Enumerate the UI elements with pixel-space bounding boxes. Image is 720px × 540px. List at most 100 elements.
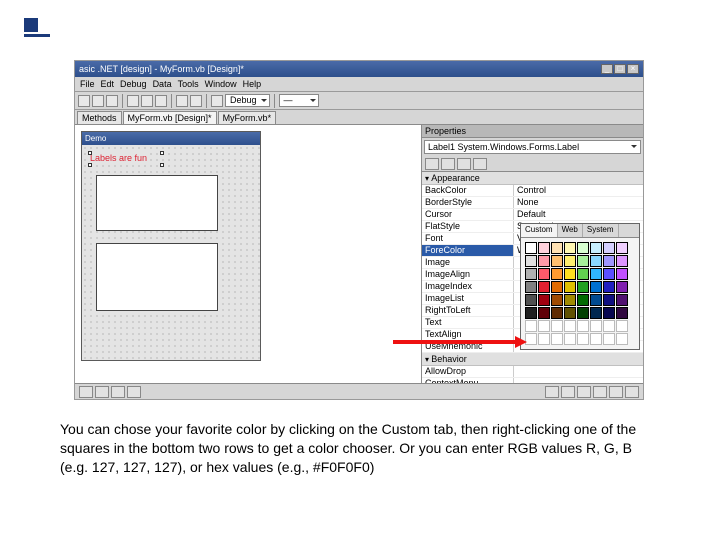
- tb-cut-icon[interactable]: [127, 95, 139, 107]
- color-swatch[interactable]: [564, 268, 576, 280]
- custom-color-slot[interactable]: [577, 333, 589, 345]
- textbox-1[interactable]: [96, 175, 218, 231]
- sb-btn-icon[interactable]: [95, 386, 109, 398]
- menu-tools[interactable]: Tools: [176, 79, 201, 89]
- custom-color-slot[interactable]: [538, 320, 550, 332]
- color-swatch[interactable]: [577, 294, 589, 306]
- color-swatch[interactable]: [551, 255, 563, 267]
- tb-save-icon[interactable]: [106, 95, 118, 107]
- color-swatch[interactable]: [616, 294, 628, 306]
- property-value[interactable]: Default: [514, 209, 643, 220]
- tb-redo-icon[interactable]: [190, 95, 202, 107]
- custom-color-slot[interactable]: [603, 320, 615, 332]
- color-swatch[interactable]: [564, 281, 576, 293]
- menu-window[interactable]: Window: [203, 79, 239, 89]
- tb-new-icon[interactable]: [78, 95, 90, 107]
- color-swatch[interactable]: [590, 255, 602, 267]
- custom-color-slot[interactable]: [590, 333, 602, 345]
- label-control[interactable]: Labels are fun: [90, 153, 147, 163]
- sb-btn-icon[interactable]: [577, 386, 591, 398]
- custom-color-slot[interactable]: [616, 320, 628, 332]
- sb-btn-icon[interactable]: [545, 386, 559, 398]
- resize-handle-icon[interactable]: [160, 151, 164, 155]
- window-titlebar[interactable]: asic .NET [design] - MyForm.vb [Design]*…: [75, 61, 643, 77]
- textbox-2[interactable]: [96, 243, 218, 311]
- color-swatch[interactable]: [538, 255, 550, 267]
- toolbar-combo2[interactable]: —: [279, 94, 319, 107]
- color-swatch[interactable]: [577, 268, 589, 280]
- property-value[interactable]: None: [514, 197, 643, 208]
- sb-btn-icon[interactable]: [561, 386, 575, 398]
- resize-handle-icon[interactable]: [88, 163, 92, 167]
- property-value[interactable]: Control: [514, 185, 643, 196]
- color-swatch[interactable]: [590, 294, 602, 306]
- property-row[interactable]: BackColorControl: [422, 185, 643, 197]
- tab-code[interactable]: MyForm.vb*: [218, 111, 277, 124]
- color-swatch[interactable]: [564, 255, 576, 267]
- tb-open-icon[interactable]: [92, 95, 104, 107]
- sb-btn-icon[interactable]: [127, 386, 141, 398]
- custom-color-slot[interactable]: [551, 320, 563, 332]
- color-swatch[interactable]: [603, 242, 615, 254]
- category-behavior[interactable]: Behavior: [422, 353, 643, 366]
- sb-btn-icon[interactable]: [111, 386, 125, 398]
- sb-btn-icon[interactable]: [79, 386, 93, 398]
- custom-color-slot[interactable]: [564, 333, 576, 345]
- custom-color-slot[interactable]: [577, 320, 589, 332]
- color-swatch[interactable]: [603, 294, 615, 306]
- color-swatch[interactable]: [551, 281, 563, 293]
- color-swatch[interactable]: [525, 281, 537, 293]
- color-swatch[interactable]: [616, 268, 628, 280]
- colorpicker-tab-web[interactable]: Web: [558, 224, 583, 237]
- menu-data[interactable]: Data: [151, 79, 174, 89]
- tb-copy-icon[interactable]: [141, 95, 153, 107]
- color-swatch[interactable]: [538, 281, 550, 293]
- color-swatch[interactable]: [603, 255, 615, 267]
- property-row[interactable]: AllowDrop: [422, 366, 643, 378]
- form-designer[interactable]: Demo Labels are fun: [81, 131, 261, 361]
- color-swatch[interactable]: [590, 268, 602, 280]
- color-swatch[interactable]: [525, 307, 537, 319]
- color-swatch[interactable]: [538, 242, 550, 254]
- minimize-button[interactable]: _: [601, 64, 613, 74]
- tb-paste-icon[interactable]: [155, 95, 167, 107]
- props-icon[interactable]: [457, 158, 471, 170]
- color-swatch[interactable]: [616, 255, 628, 267]
- color-swatch[interactable]: [564, 307, 576, 319]
- color-swatch[interactable]: [603, 281, 615, 293]
- sb-btn-icon[interactable]: [609, 386, 623, 398]
- tb-run-icon[interactable]: [211, 95, 223, 107]
- color-swatch[interactable]: [538, 294, 550, 306]
- colorpicker-tab-custom[interactable]: Custom: [521, 224, 558, 237]
- color-swatch[interactable]: [525, 242, 537, 254]
- color-swatch[interactable]: [577, 307, 589, 319]
- categorized-icon[interactable]: [425, 158, 439, 170]
- resize-handle-icon[interactable]: [88, 151, 92, 155]
- menu-help[interactable]: Help: [241, 79, 264, 89]
- properties-object-dropdown[interactable]: Label1 System.Windows.Forms.Label: [424, 140, 641, 154]
- custom-color-slot[interactable]: [590, 320, 602, 332]
- color-swatch[interactable]: [551, 294, 563, 306]
- color-swatch[interactable]: [564, 242, 576, 254]
- alphabetical-icon[interactable]: [441, 158, 455, 170]
- tab-design[interactable]: MyForm.vb [Design]*: [123, 111, 217, 124]
- tb-undo-icon[interactable]: [176, 95, 188, 107]
- maximize-button[interactable]: □: [614, 64, 626, 74]
- config-dropdown[interactable]: Debug: [225, 94, 270, 107]
- color-swatch[interactable]: [525, 268, 537, 280]
- color-swatch[interactable]: [538, 307, 550, 319]
- color-swatch[interactable]: [551, 307, 563, 319]
- color-swatch[interactable]: [577, 255, 589, 267]
- custom-color-slot[interactable]: [551, 333, 563, 345]
- color-swatch[interactable]: [603, 268, 615, 280]
- events-icon[interactable]: [473, 158, 487, 170]
- menu-debug[interactable]: Debug: [118, 79, 149, 89]
- menu-edit[interactable]: Edt: [99, 79, 117, 89]
- resize-handle-icon[interactable]: [160, 163, 164, 167]
- colorpicker-tab-system[interactable]: System: [583, 224, 619, 237]
- color-swatch[interactable]: [590, 307, 602, 319]
- sb-btn-icon[interactable]: [625, 386, 639, 398]
- color-swatch[interactable]: [577, 242, 589, 254]
- color-swatch[interactable]: [525, 294, 537, 306]
- color-swatch[interactable]: [538, 268, 550, 280]
